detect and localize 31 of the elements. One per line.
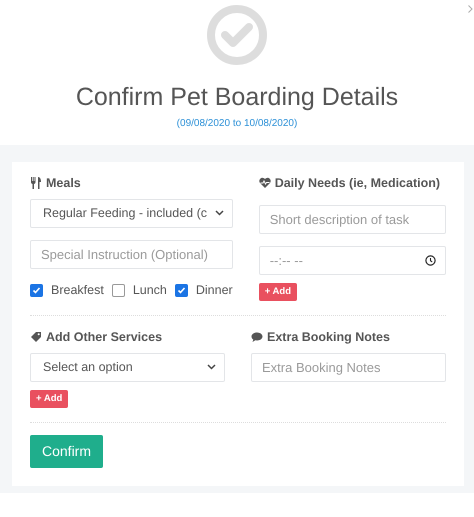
- chat-icon: [251, 331, 263, 344]
- date-range: (09/08/2020 to 10/08/2020): [176, 117, 298, 131]
- heart-icon: [258, 177, 271, 190]
- field-label: Extra Booking Notes: [267, 329, 390, 346]
- text-field[interactable]: Short description of task: [258, 204, 446, 234]
- checkbox-label[interactable]: Breakfest: [51, 280, 104, 300]
- checkbox-label[interactable]: Lunch: [132, 280, 167, 300]
- check-icon: [32, 286, 41, 295]
- utensils-icon: [30, 177, 42, 190]
- checkmark-icon: [206, 4, 268, 66]
- checkbox-label[interactable]: Dinner: [196, 280, 233, 300]
- checkbox[interactable]: [112, 284, 125, 297]
- chevron-icon[interactable]: [468, 5, 473, 13]
- checkbox[interactable]: [174, 284, 188, 297]
- text-field[interactable]: Special Instruction (Optional): [30, 240, 233, 269]
- field-label: Add Other Services: [46, 329, 162, 346]
- check-icon: [176, 286, 186, 295]
- field-label: Meals: [46, 175, 81, 192]
- dropdown[interactable]: Select an option: [30, 352, 225, 382]
- tag-icon: [30, 331, 42, 344]
- time-field[interactable]: --:-- --: [258, 246, 446, 275]
- clock-icon: [425, 254, 436, 266]
- checkbox[interactable]: [30, 284, 43, 297]
- add-button[interactable]: + Add: [258, 282, 298, 301]
- caret-icon: [214, 210, 224, 216]
- add-button[interactable]: + Add: [30, 390, 68, 408]
- dialog-title: Confirm Pet Boarding Details: [76, 82, 398, 112]
- field-label: Daily Needs (ie, Medication): [274, 175, 440, 192]
- dropdown[interactable]: Regular Feeding - included (c: [30, 198, 233, 228]
- caret-icon: [207, 364, 216, 370]
- text-field[interactable]: Extra Booking Notes: [251, 352, 446, 382]
